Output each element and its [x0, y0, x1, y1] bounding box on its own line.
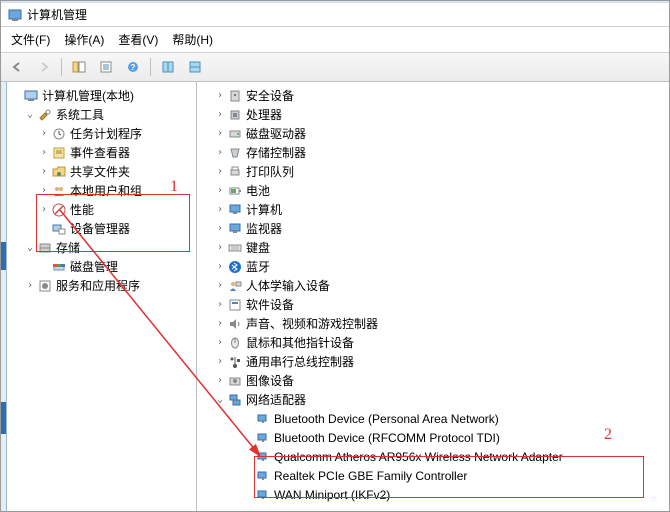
svg-text:?: ?: [131, 63, 136, 72]
category-battery[interactable]: › 电池: [199, 181, 667, 200]
netdev-icon: [255, 487, 271, 503]
expander-icon[interactable]: ›: [213, 185, 227, 196]
category-security[interactable]: › 安全设备: [199, 86, 667, 105]
expander-icon[interactable]: ›: [213, 90, 227, 101]
device-label: Qualcomm Atheros AR956x Wireless Network…: [274, 450, 563, 464]
tree-item-shares[interactable]: ›共享文件夹: [9, 162, 194, 181]
users-icon: [51, 183, 67, 199]
computer-icon: [23, 88, 39, 104]
tools-icon: [37, 107, 53, 123]
menu-file[interactable]: 文件(F): [5, 29, 56, 50]
expander-icon[interactable]: ›: [213, 128, 227, 139]
menu-view[interactable]: 查看(V): [112, 29, 164, 50]
tree-group-systools[interactable]: ⌄ 系统工具: [9, 105, 194, 124]
toolbar: ?: [1, 53, 669, 82]
category-printer[interactable]: › 打印队列: [199, 162, 667, 181]
cpu-icon: [227, 107, 243, 123]
category-label: 磁盘驱动器: [246, 125, 306, 142]
view-detail-button[interactable]: [156, 56, 180, 78]
expander-icon[interactable]: ›: [213, 147, 227, 158]
menu-help[interactable]: 帮助(H): [166, 29, 219, 50]
expander-icon[interactable]: ⌄: [23, 109, 37, 120]
category-drive[interactable]: › 磁盘驱动器: [199, 124, 667, 143]
view-list-button[interactable]: [183, 56, 207, 78]
expander-icon[interactable]: ›: [23, 280, 37, 291]
menu-action[interactable]: 操作(A): [58, 29, 110, 50]
expander-icon[interactable]: ›: [213, 166, 227, 177]
expander-icon[interactable]: ›: [213, 109, 227, 120]
event-icon: [51, 145, 67, 161]
folder-shared-icon: [51, 164, 67, 180]
app-icon: [7, 7, 23, 23]
help-button[interactable]: ?: [121, 56, 145, 78]
tree-root-label: 计算机管理(本地): [42, 87, 134, 104]
tree-item-users[interactable]: ›本地用户和组: [9, 181, 194, 200]
security-icon: [227, 88, 243, 104]
category-cpu[interactable]: › 处理器: [199, 105, 667, 124]
titlebar: 计算机管理: [1, 3, 669, 27]
drive-icon: [227, 126, 243, 142]
properties-button[interactable]: [94, 56, 118, 78]
device-label: WAN Miniport (IKFv2): [274, 488, 390, 502]
category-label: 打印队列: [246, 163, 294, 180]
left-strip: [1, 82, 7, 511]
expander-icon[interactable]: ⌄: [23, 242, 37, 253]
annotation-arrow: [50, 200, 280, 470]
tree-root[interactable]: 计算机管理(本地): [9, 86, 194, 105]
menubar: 文件(F) 操作(A) 查看(V) 帮助(H): [1, 27, 669, 53]
tree-item-events[interactable]: ›事件查看器: [9, 143, 194, 162]
network-device[interactable]: WAN Miniport (IKFv2): [199, 485, 667, 504]
battery-icon: [227, 183, 243, 199]
forward-button[interactable]: [32, 56, 56, 78]
category-label: 电池: [246, 182, 270, 199]
category-label: 存储控制器: [246, 144, 306, 161]
tree-item-scheduler[interactable]: ›任务计划程序: [9, 124, 194, 143]
printer-icon: [227, 164, 243, 180]
category-label: 安全设备: [246, 87, 294, 104]
device-label: Realtek PCIe GBE Family Controller: [274, 469, 467, 483]
category-label: 处理器: [246, 106, 282, 123]
device-label: Bluetooth Device (RFCOMM Protocol TDI): [274, 431, 500, 445]
back-button[interactable]: [5, 56, 29, 78]
clock-icon: [51, 126, 67, 142]
show-hide-button[interactable]: [67, 56, 91, 78]
category-storage[interactable]: › 存储控制器: [199, 143, 667, 162]
device-label: Bluetooth Device (Personal Area Network): [274, 412, 499, 426]
storage-icon: [227, 145, 243, 161]
window-title: 计算机管理: [27, 6, 87, 23]
